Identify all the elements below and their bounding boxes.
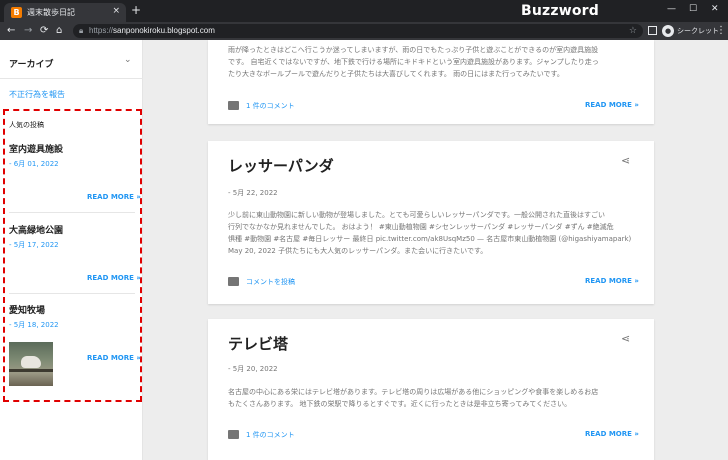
blog-page: アーカイブ ⌄ 不正行為を報告 人気の投稿 室内遊具施設 - 6月 01, 20… (0, 40, 728, 460)
popular-post-date[interactable]: - 6月 01, 2022 (9, 159, 59, 169)
browser-menu-icon[interactable]: ⋮ (716, 24, 726, 38)
comment-icon (228, 277, 239, 286)
post-body-line: もたくさんあります。 地下鉄の栄駅で降りるとすぐです。近くに行ったときは是非立ち… (228, 400, 572, 408)
close-tab-icon[interactable]: × (112, 6, 120, 17)
post-body-line: です。 自宅近くではないですが、地下鉄で行ける場所にキドキドという室内遊具施設が… (228, 58, 599, 66)
comment-label: 1 件のコメント (246, 102, 295, 110)
url-scheme: https:// (89, 26, 114, 35)
post-body: 名古屋の中心にある栄にはテレビ塔があります。テレビ塔の周りは広場がある他にショッ… (228, 386, 636, 410)
popular-post-read-more[interactable]: READ MORE » (87, 354, 141, 362)
share-icon[interactable]: ⋖ (621, 332, 630, 345)
url-host: sanponokiroku.blogspot.com (113, 26, 215, 35)
post-card: テレビ塔 ⋖ - 5月 20, 2022 名古屋の中心にある栄にはテレビ塔があり… (208, 319, 654, 460)
popular-post-read-more[interactable]: READ MORE » (87, 193, 141, 201)
post-card: 雨が降ったときはどこへ行こうか迷ってしまいますが、雨の日でもたっぷり子供と遊ぶこ… (208, 40, 654, 124)
popular-post-thumbnail[interactable] (9, 342, 53, 386)
sidebar: アーカイブ ⌄ 不正行為を報告 人気の投稿 室内遊具施設 - 6月 01, 20… (0, 40, 143, 460)
browser-toolbar: ← → ⟳ ⌂ 🔒︎ https://sanponokiroku.blogspo… (0, 22, 728, 40)
lock-icon: 🔒︎ (79, 26, 84, 35)
post-date[interactable]: - 5月 22, 2022 (228, 188, 278, 198)
popular-posts-heading: 人気の投稿 (9, 121, 44, 129)
post-body-line: 行列でなかなか見れませんでした。 おはよう！ #東山動植物園 #シセンレッサーパ… (228, 223, 614, 231)
popular-post-title[interactable]: 室内遊具施設 (9, 142, 63, 155)
post-title[interactable]: レッサーパンダ (228, 155, 334, 176)
address-bar[interactable]: 🔒︎ https://sanponokiroku.blogspot.com ☆ (73, 24, 643, 38)
tab-title: 週末散歩日記 (27, 8, 75, 17)
popular-post-date[interactable]: - 5月 18, 2022 (9, 320, 59, 330)
archive-heading[interactable]: アーカイブ (9, 57, 53, 70)
incognito-label: シークレット (677, 27, 719, 35)
post-read-more[interactable]: READ MORE » (585, 430, 639, 438)
browser-titlebar: B 週末散歩日記 × + Buzzword Inc. — ☐ ✕ (0, 0, 728, 41)
post-body-line: 雨が降ったときはどこへ行こうか迷ってしまいますが、雨の日でもたっぷり子供と遊ぶこ… (228, 46, 599, 54)
post-body-line: 少し前に東山動物園に新しい動物が登場しました。とても可愛らしいレッサーパンダです… (228, 211, 606, 219)
blogger-favicon-icon: B (11, 7, 22, 18)
post-body: 少し前に東山動物園に新しい動物が登場しました。とても可愛らしいレッサーパンダです… (228, 209, 636, 257)
bookmark-star-icon[interactable]: ☆ (629, 25, 637, 37)
thumbnail-animal (21, 356, 41, 368)
incognito-icon: ● (662, 25, 674, 37)
brand-watermark: Buzzword Inc. (521, 3, 600, 41)
post-body: 雨が降ったときはどこへ行こうか迷ってしまいますが、雨の日でもたっぷり子供と遊ぶこ… (228, 44, 636, 80)
popular-divider (9, 212, 135, 213)
popular-post-read-more[interactable]: READ MORE » (87, 274, 141, 282)
minimize-button[interactable]: — (667, 2, 676, 16)
home-icon[interactable]: ⌂ (56, 24, 62, 38)
share-icon[interactable]: ⋖ (621, 154, 630, 167)
popular-divider (9, 293, 135, 294)
reload-icon[interactable]: ⟳ (40, 24, 48, 38)
post-body-line: 名古屋の中心にある栄にはテレビ塔があります。テレビ塔の周りは広場がある他にショッ… (228, 388, 599, 396)
post-read-more[interactable]: READ MORE » (585, 101, 639, 109)
post-card: レッサーパンダ ⋖ - 5月 22, 2022 少し前に東山動物園に新しい動物が… (208, 141, 654, 304)
sidebar-divider (0, 78, 143, 79)
new-tab-button[interactable]: + (131, 4, 141, 17)
url-text: https://sanponokiroku.blogspot.com (89, 26, 215, 36)
incognito-indicator[interactable]: ● シークレット (662, 24, 719, 38)
comment-label: コメントを投稿 (246, 278, 295, 286)
popular-post-date[interactable]: - 5月 17, 2022 (9, 240, 59, 250)
maximize-button[interactable]: ☐ (689, 2, 697, 16)
back-icon[interactable]: ← (7, 24, 15, 38)
post-body-line: 惧種 #動物園 #名古屋 #毎日レッサー 最終日 pic.twitter.com… (228, 235, 632, 243)
post-title[interactable]: テレビ塔 (228, 333, 288, 354)
comment-icon (228, 430, 239, 439)
browser-tab[interactable]: B 週末散歩日記 × (4, 3, 126, 22)
report-abuse-link[interactable]: 不正行為を報告 (9, 89, 65, 100)
post-read-more[interactable]: READ MORE » (585, 277, 639, 285)
post-date[interactable]: - 5月 20, 2022 (228, 364, 278, 374)
comment-label: 1 件のコメント (246, 431, 295, 439)
post-body-line: May 20, 2022 子供たちにも大人気のレッサーパンダ。また会いに行きたい… (228, 247, 488, 255)
comment-icon (228, 101, 239, 110)
post-body-line: たり大きなボールプールで遊んだりと子供たちは大喜びしてくれます。 雨の日にはまた… (228, 70, 564, 78)
side-panel-icon[interactable] (648, 26, 657, 35)
forward-icon[interactable]: → (24, 24, 32, 38)
popular-post-title[interactable]: 愛知牧場 (9, 303, 45, 316)
close-window-button[interactable]: ✕ (711, 2, 719, 16)
thumbnail-fence (9, 369, 53, 372)
popular-post-title[interactable]: 大高緑地公園 (9, 223, 63, 236)
chevron-down-icon[interactable]: ⌄ (124, 55, 132, 65)
